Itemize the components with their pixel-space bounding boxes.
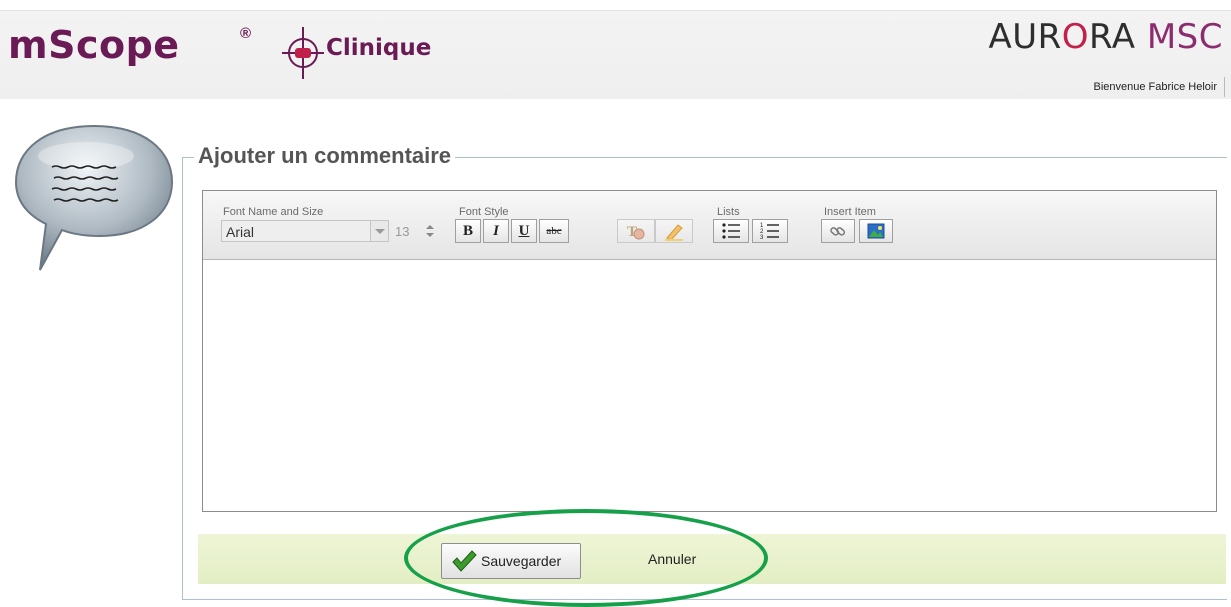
bulleted-list-icon	[722, 223, 740, 239]
logo-product-text: Clinique	[326, 35, 432, 61]
font-name-dropdown-button[interactable]	[371, 220, 389, 242]
welcome-text: Bienvenue Fabrice Heloir	[1093, 81, 1217, 93]
font-size-value[interactable]: 13	[395, 224, 409, 239]
rich-text-editor: Font Name and Size Font Style Lists Inse…	[202, 190, 1217, 512]
editor-content-area[interactable]	[203, 260, 1216, 511]
bold-button[interactable]: B	[455, 219, 481, 243]
italic-button[interactable]: I	[483, 219, 509, 243]
numbered-list-icon: 1 2 3	[760, 223, 779, 240]
group-label-font-name-size: Font Name and Size	[223, 206, 324, 218]
numbered-list-button[interactable]: 1 2 3	[752, 219, 788, 243]
highlight-color-button[interactable]	[655, 219, 693, 243]
underline-button[interactable]: U	[511, 219, 537, 243]
text-color-icon: T	[627, 224, 645, 240]
editor-toolbar: Font Name and Size Font Style Lists Inse…	[203, 191, 1216, 260]
font-name-value: Arial	[226, 224, 255, 240]
app-header: mScope ® Clinique AURORA MSC Bienvenue F…	[0, 10, 1231, 99]
chevron-down-icon	[375, 229, 385, 234]
text-color-button[interactable]: T	[617, 219, 655, 243]
highlighter-icon	[665, 224, 683, 241]
group-label-font-style: Font Style	[459, 206, 509, 218]
image-icon	[867, 223, 885, 239]
svg-text:3: 3	[760, 235, 764, 240]
bulleted-list-button[interactable]	[713, 219, 749, 243]
group-label-insert-item: Insert Item	[824, 206, 876, 218]
aurora-text-o: O	[1061, 17, 1089, 57]
registered-mark: ®	[240, 25, 252, 42]
strikethrough-button[interactable]: abc	[539, 219, 569, 243]
fieldset-legend: Ajouter un commentaire	[194, 143, 456, 169]
aurora-text-msc: MSC	[1146, 17, 1223, 57]
header-divider	[1224, 77, 1225, 97]
insert-image-button[interactable]	[859, 219, 893, 243]
font-size-spinner[interactable]	[422, 220, 438, 242]
group-label-lists: Lists	[717, 206, 740, 218]
comment-bubble-icon	[14, 124, 174, 271]
font-name-select[interactable]: Arial	[221, 220, 371, 242]
highlight-annotation-ellipse	[404, 509, 768, 607]
link-icon	[830, 227, 846, 236]
logo-brand-text: mScope	[8, 23, 180, 67]
insert-link-button[interactable]	[821, 219, 855, 243]
aurora-text-part2: RA	[1089, 17, 1136, 57]
crosshair-logo-icon	[282, 27, 324, 79]
aurora-text-part1: AUR	[988, 17, 1062, 57]
